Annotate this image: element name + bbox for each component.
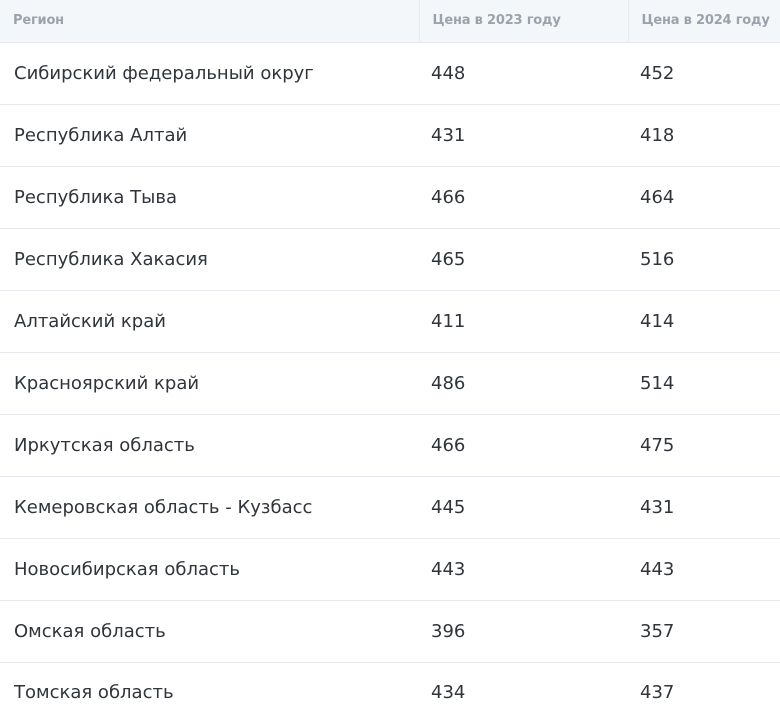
region-cell: Красноярский край xyxy=(14,372,200,394)
price-2023-cell: 443 xyxy=(431,558,466,580)
price-2023-cell: 486 xyxy=(431,372,466,394)
price-2023-cell: 465 xyxy=(431,248,466,270)
region-cell: Иркутская область xyxy=(14,434,195,456)
price-2024-cell: 452 xyxy=(640,62,675,84)
region-cell: Алтайский край xyxy=(14,310,166,332)
region-cell: Республика Хакасия xyxy=(14,248,208,270)
table-row: Новосибирская область 443 443 xyxy=(0,538,780,600)
price-2024-cell: 418 xyxy=(640,124,675,146)
price-2023-cell: 411 xyxy=(431,310,466,332)
price-2024-cell: 414 xyxy=(640,310,675,332)
price-2023-cell: 466 xyxy=(431,186,466,208)
price-2024-cell: 431 xyxy=(640,496,675,518)
table-row: Томская область 434 437 xyxy=(0,662,780,722)
table-row: Красноярский край 486 514 xyxy=(0,352,780,414)
header-price-2024[interactable]: Цена в 2024 году xyxy=(627,0,780,43)
region-cell: Республика Тыва xyxy=(14,186,178,208)
table-row: Республика Алтай 431 418 xyxy=(0,104,780,166)
price-2023-cell: 445 xyxy=(431,496,466,518)
price-2023-cell: 466 xyxy=(431,434,466,456)
table-row: Омская область 396 357 xyxy=(0,600,780,662)
price-2023-cell: 448 xyxy=(431,62,466,84)
price-2024-cell: 514 xyxy=(640,372,675,394)
price-2024-cell: 516 xyxy=(640,248,675,270)
table-row: Сибирский федеральный округ 448 452 xyxy=(0,42,780,104)
table-header: Регион Цена в 2023 году Цена в 2024 году xyxy=(0,0,780,43)
header-region[interactable]: Регион xyxy=(0,0,419,43)
header-price-2023[interactable]: Цена в 2023 году xyxy=(418,0,628,43)
region-cell: Новосибирская область xyxy=(14,558,240,580)
price-2024-cell: 464 xyxy=(640,186,675,208)
region-cell: Омская область xyxy=(14,620,166,642)
region-cell: Сибирский федеральный округ xyxy=(14,62,314,84)
price-2024-cell: 475 xyxy=(640,434,675,456)
price-2023-cell: 396 xyxy=(431,620,466,642)
region-cell: Томская область xyxy=(14,681,174,703)
price-2024-cell: 357 xyxy=(640,620,675,642)
table-row: Иркутская область 466 475 xyxy=(0,414,780,476)
table-row: Кемеровская область - Кузбасс 445 431 xyxy=(0,476,780,538)
price-2024-cell: 437 xyxy=(640,681,675,703)
header-row: Регион Цена в 2023 году Цена в 2024 году xyxy=(0,0,780,43)
table-row: Алтайский край 411 414 xyxy=(0,290,780,352)
region-cell: Кемеровская область - Кузбасс xyxy=(14,496,313,518)
price-table: Регион Цена в 2023 году Цена в 2024 году… xyxy=(0,0,780,722)
table-row: Республика Тыва 466 464 xyxy=(0,166,780,228)
price-2023-cell: 431 xyxy=(431,124,466,146)
price-2024-cell: 443 xyxy=(640,558,675,580)
table-row: Республика Хакасия 465 516 xyxy=(0,228,780,290)
region-cell: Республика Алтай xyxy=(14,124,188,146)
price-2023-cell: 434 xyxy=(431,681,466,703)
table-body: Сибирский федеральный округ 448 452 Респ… xyxy=(0,42,780,722)
